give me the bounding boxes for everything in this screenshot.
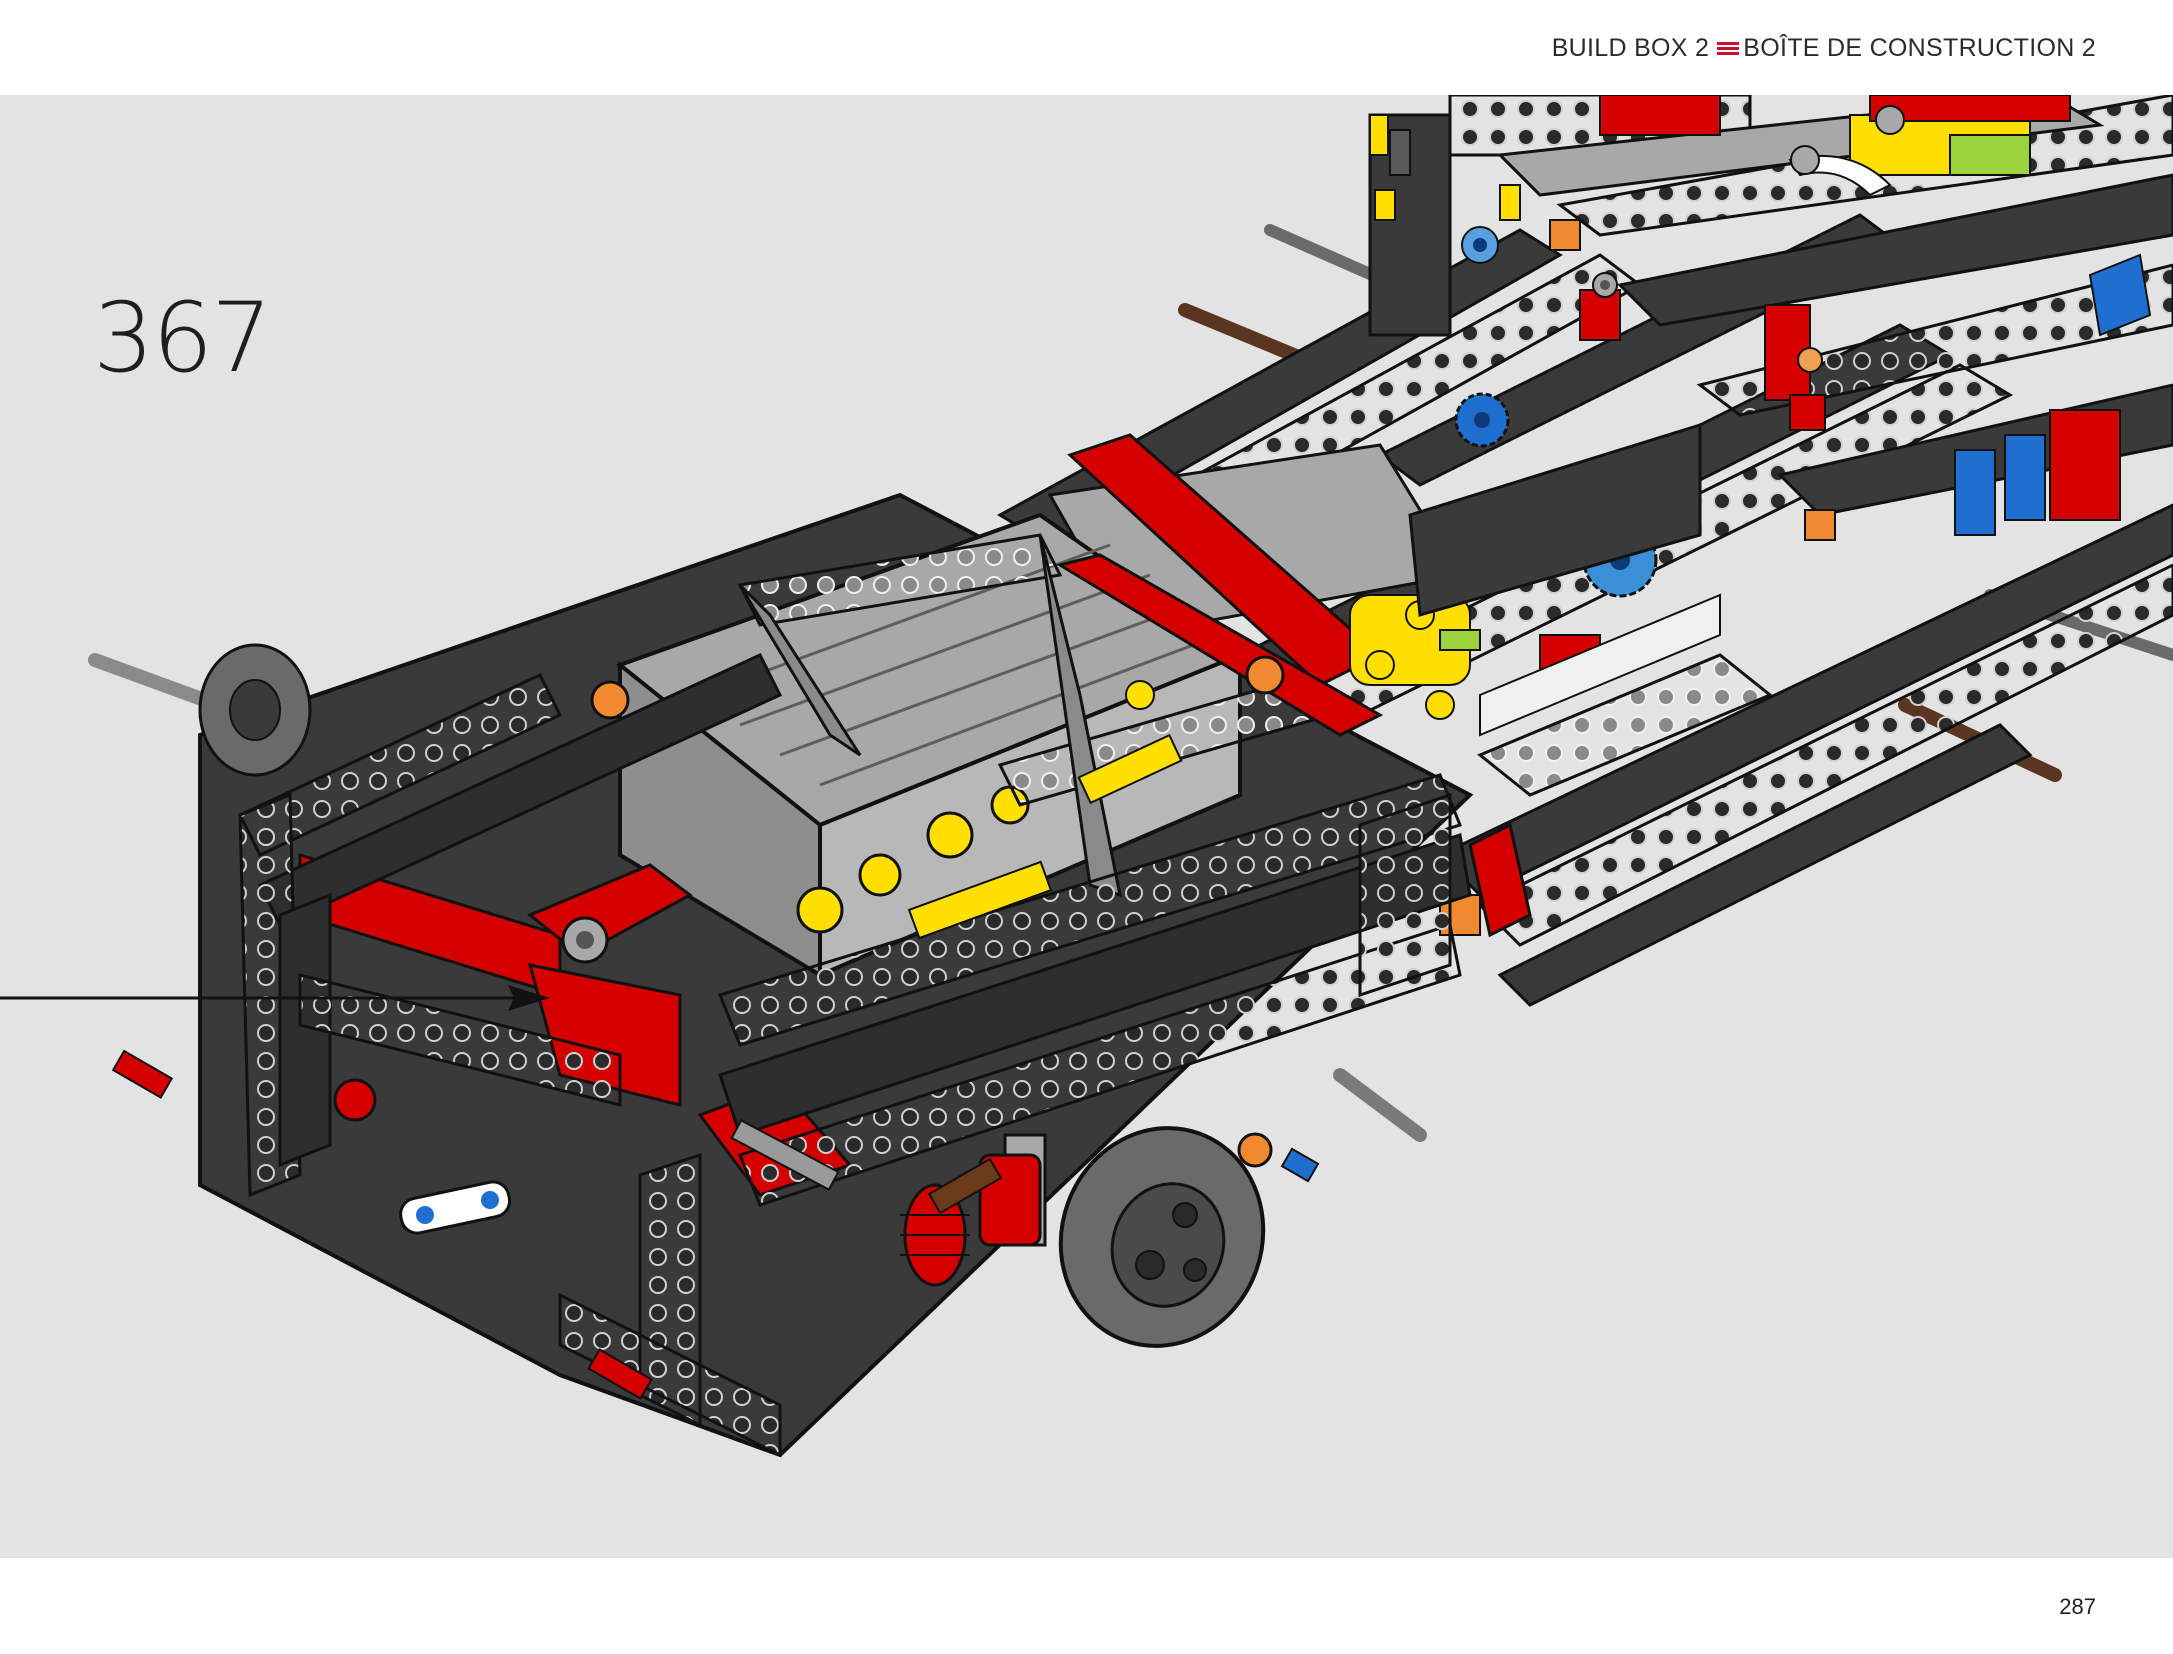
triple-bar-icon — [1717, 41, 1740, 57]
rear-hub — [198, 643, 312, 777]
technic-chassis-illustration — [0, 95, 2173, 1458]
front-frame — [111, 492, 1474, 1458]
build-box-en: BUILD BOX 2 — [1551, 34, 1710, 62]
instruction-canvas: 367 — [0, 95, 2173, 1558]
build-box-fr: BOÎTE DE CONSTRUCTION 2 — [1743, 34, 2096, 62]
page-footer — [0, 1558, 2173, 1654]
build-box-label: BUILD BOX 2 BOÎTE DE CONSTRUCTION 2 — [1552, 34, 2096, 63]
page-number: 287 — [2059, 1594, 2096, 1619]
